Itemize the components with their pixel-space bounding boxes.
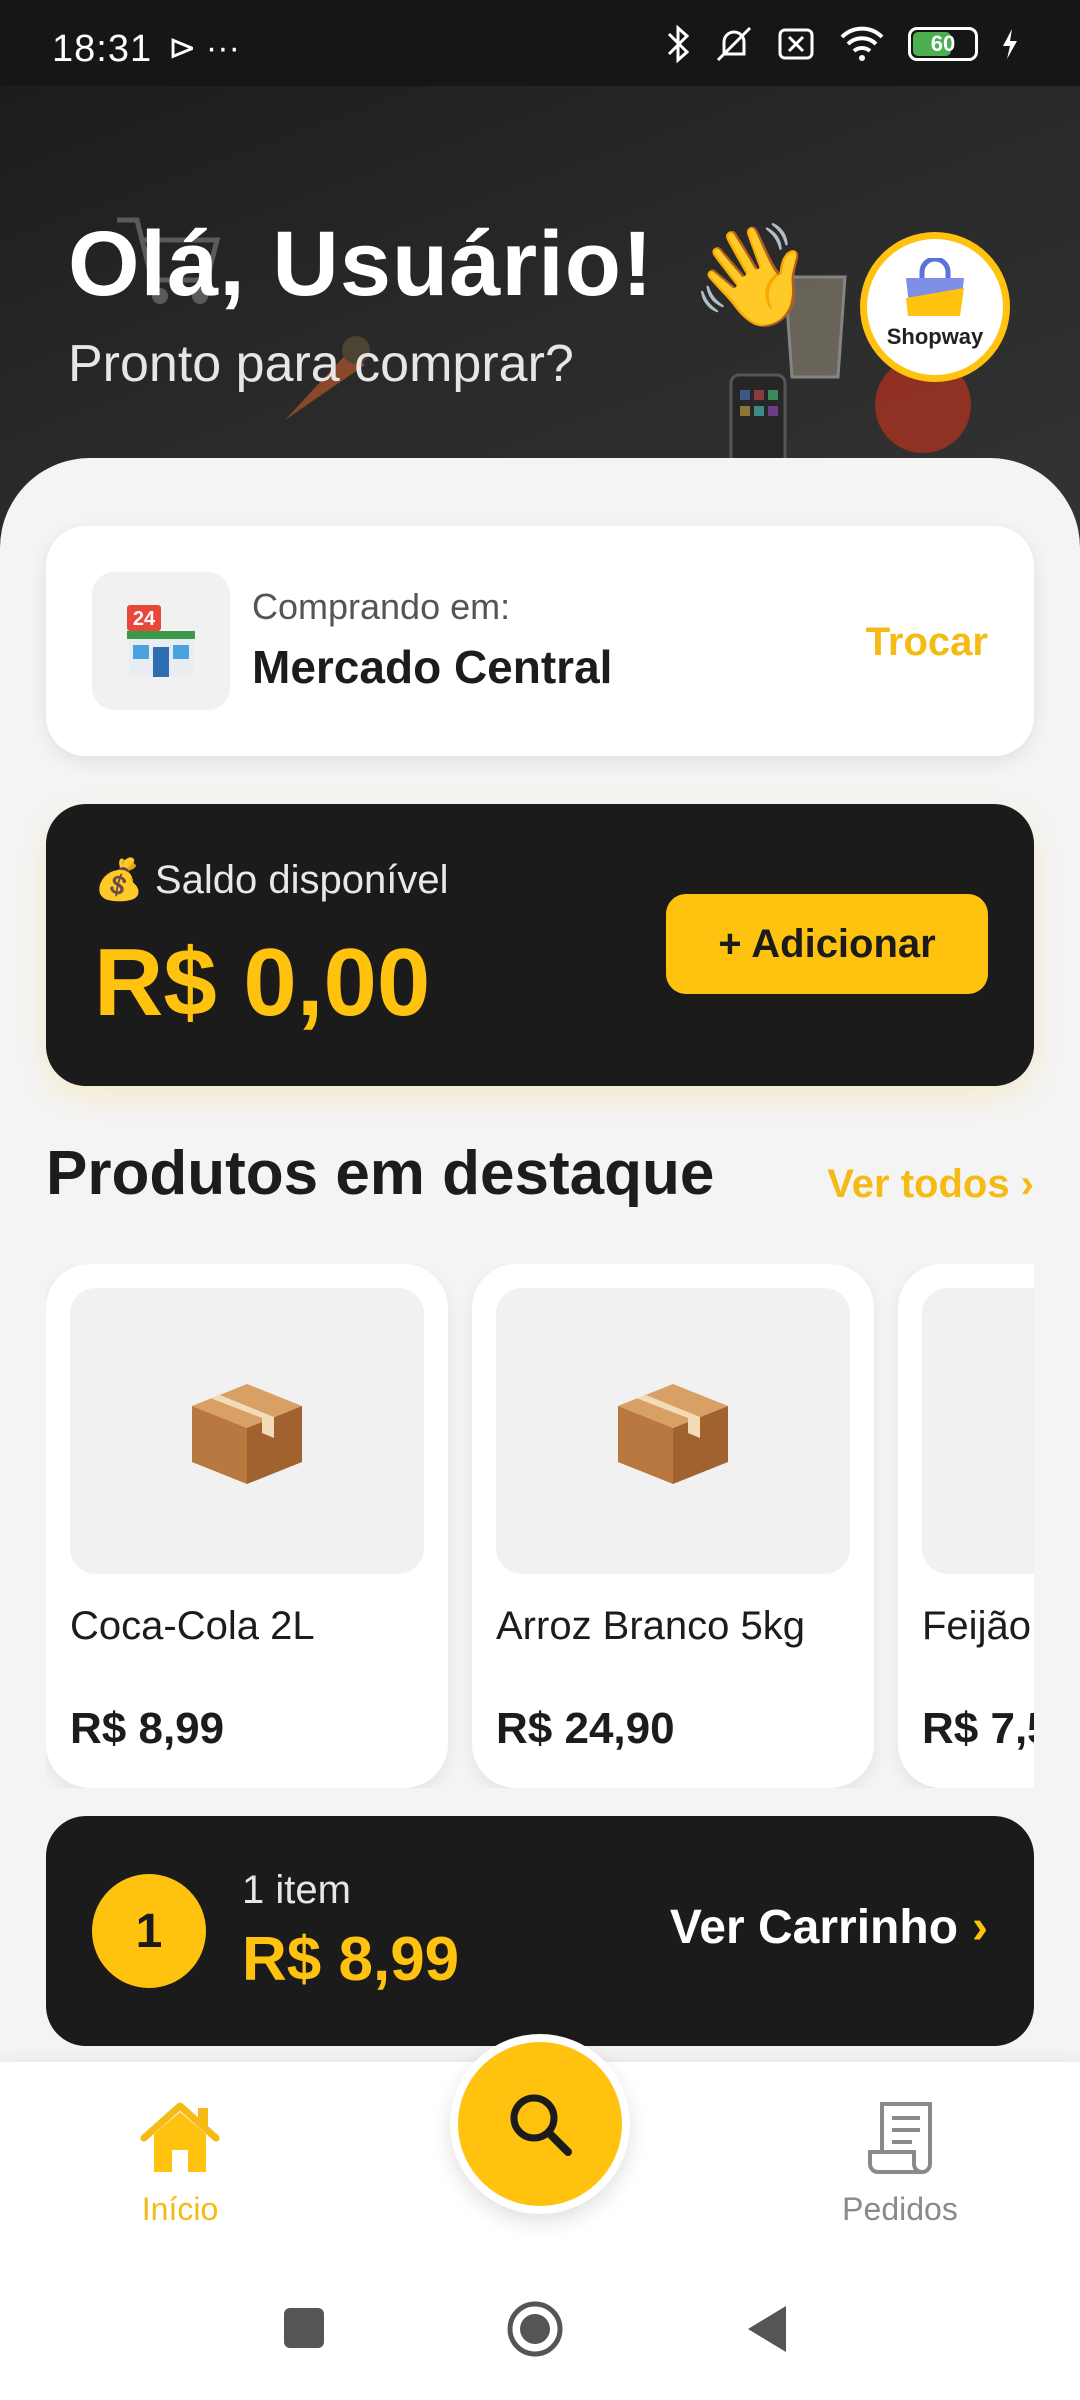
product-image (70, 1288, 424, 1574)
wifi-icon (840, 26, 884, 61)
battery-icon: 60 (908, 27, 978, 61)
balance-card: 💰 Saldo disponível R$ 0,00 + Adicionar (46, 804, 1034, 1086)
nav-orders[interactable]: Pedidos (820, 2098, 980, 2228)
see-all-link[interactable]: Ver todos › (827, 1162, 1034, 1207)
logo-text: Shopway (886, 324, 984, 349)
store-card: 24 Comprando em: Mercado Central Trocar (46, 526, 1034, 756)
product-image (922, 1288, 1034, 1574)
search-icon (510, 2094, 572, 2156)
product-name: Arroz Branco 5kg (496, 1604, 806, 1648)
system-navigation-bar (0, 2262, 1080, 2400)
recents-button-icon[interactable] (282, 2306, 326, 2350)
product-card[interactable]: Feijão R$ 7,5 (898, 1264, 1034, 1788)
view-cart-label: Ver Carrinho (669, 1901, 959, 1954)
receipt-icon (868, 2102, 932, 2174)
product-card[interactable]: Arroz Branco 5kg R$ 24,90 (472, 1264, 874, 1788)
store-icon: 24 (92, 572, 230, 710)
svg-text:24: 24 (133, 608, 156, 630)
cart-count-badge: 1 (92, 1874, 206, 1988)
mute-bell-icon (716, 26, 752, 62)
nav-home[interactable]: Início (120, 2098, 240, 2228)
shopping-bag-icon (906, 258, 964, 316)
status-bar: 18:31 ⊳ ··· 60 (0, 0, 1080, 86)
shopway-logo: Shopway (860, 232, 1010, 382)
product-price: R$ 7,5 (922, 1704, 1034, 1753)
featured-products-carousel[interactable]: Coca-Cola 2L R$ 8,99 Arroz Branco 5kg R$… (46, 1264, 1034, 1788)
no-sim-icon (778, 28, 814, 60)
search-fab-button[interactable] (450, 2034, 630, 2214)
nav-orders-label: Pedidos (842, 2191, 958, 2227)
greeting-subtitle: Pronto para comprar? (68, 335, 574, 393)
product-name: Coca-Cola 2L (70, 1604, 315, 1648)
cart-summary-bar[interactable]: 1 1 item R$ 8,99 Ver Carrinho › (46, 1816, 1034, 2046)
product-name: Feijão (922, 1604, 1031, 1648)
product-price: R$ 24,90 (496, 1704, 675, 1753)
package-icon (192, 1384, 302, 1484)
store-label: Comprando em: (252, 586, 511, 627)
back-button-icon[interactable] (746, 2304, 788, 2354)
status-time: 18:31 (52, 28, 153, 70)
product-card[interactable]: Coca-Cola 2L R$ 8,99 (46, 1264, 448, 1788)
product-price: R$ 8,99 (70, 1704, 225, 1753)
package-icon (618, 1384, 728, 1484)
status-notification-icons: ⊳ ··· (168, 29, 240, 67)
home-button-icon[interactable] (506, 2300, 564, 2358)
status-right-icons: 60 (666, 24, 1020, 64)
balance-label: 💰 Saldo disponível (94, 858, 449, 902)
store-name: Mercado Central (252, 641, 613, 693)
view-cart-button[interactable]: Ver Carrinho › (670, 1900, 988, 1955)
product-image (496, 1288, 850, 1574)
add-balance-button[interactable]: + Adicionar (666, 894, 988, 994)
cart-items-label: 1 item (242, 1868, 351, 1912)
balance-value: R$ 0,00 (94, 929, 431, 1036)
chevron-right-icon: › (972, 1901, 988, 1954)
switch-store-button[interactable]: Trocar (866, 620, 988, 665)
battery-level: 60 (930, 31, 956, 56)
featured-title: Produtos em destaque (46, 1139, 715, 1208)
cart-total: R$ 8,99 (242, 1925, 460, 1994)
greeting-title: Olá, Usuário! (68, 213, 654, 315)
waving-hand-icon: 👋 (690, 220, 815, 332)
charging-icon (1003, 29, 1017, 59)
bluetooth-icon (667, 24, 690, 64)
home-icon (140, 2102, 220, 2172)
nav-home-label: Início (141, 2191, 219, 2227)
